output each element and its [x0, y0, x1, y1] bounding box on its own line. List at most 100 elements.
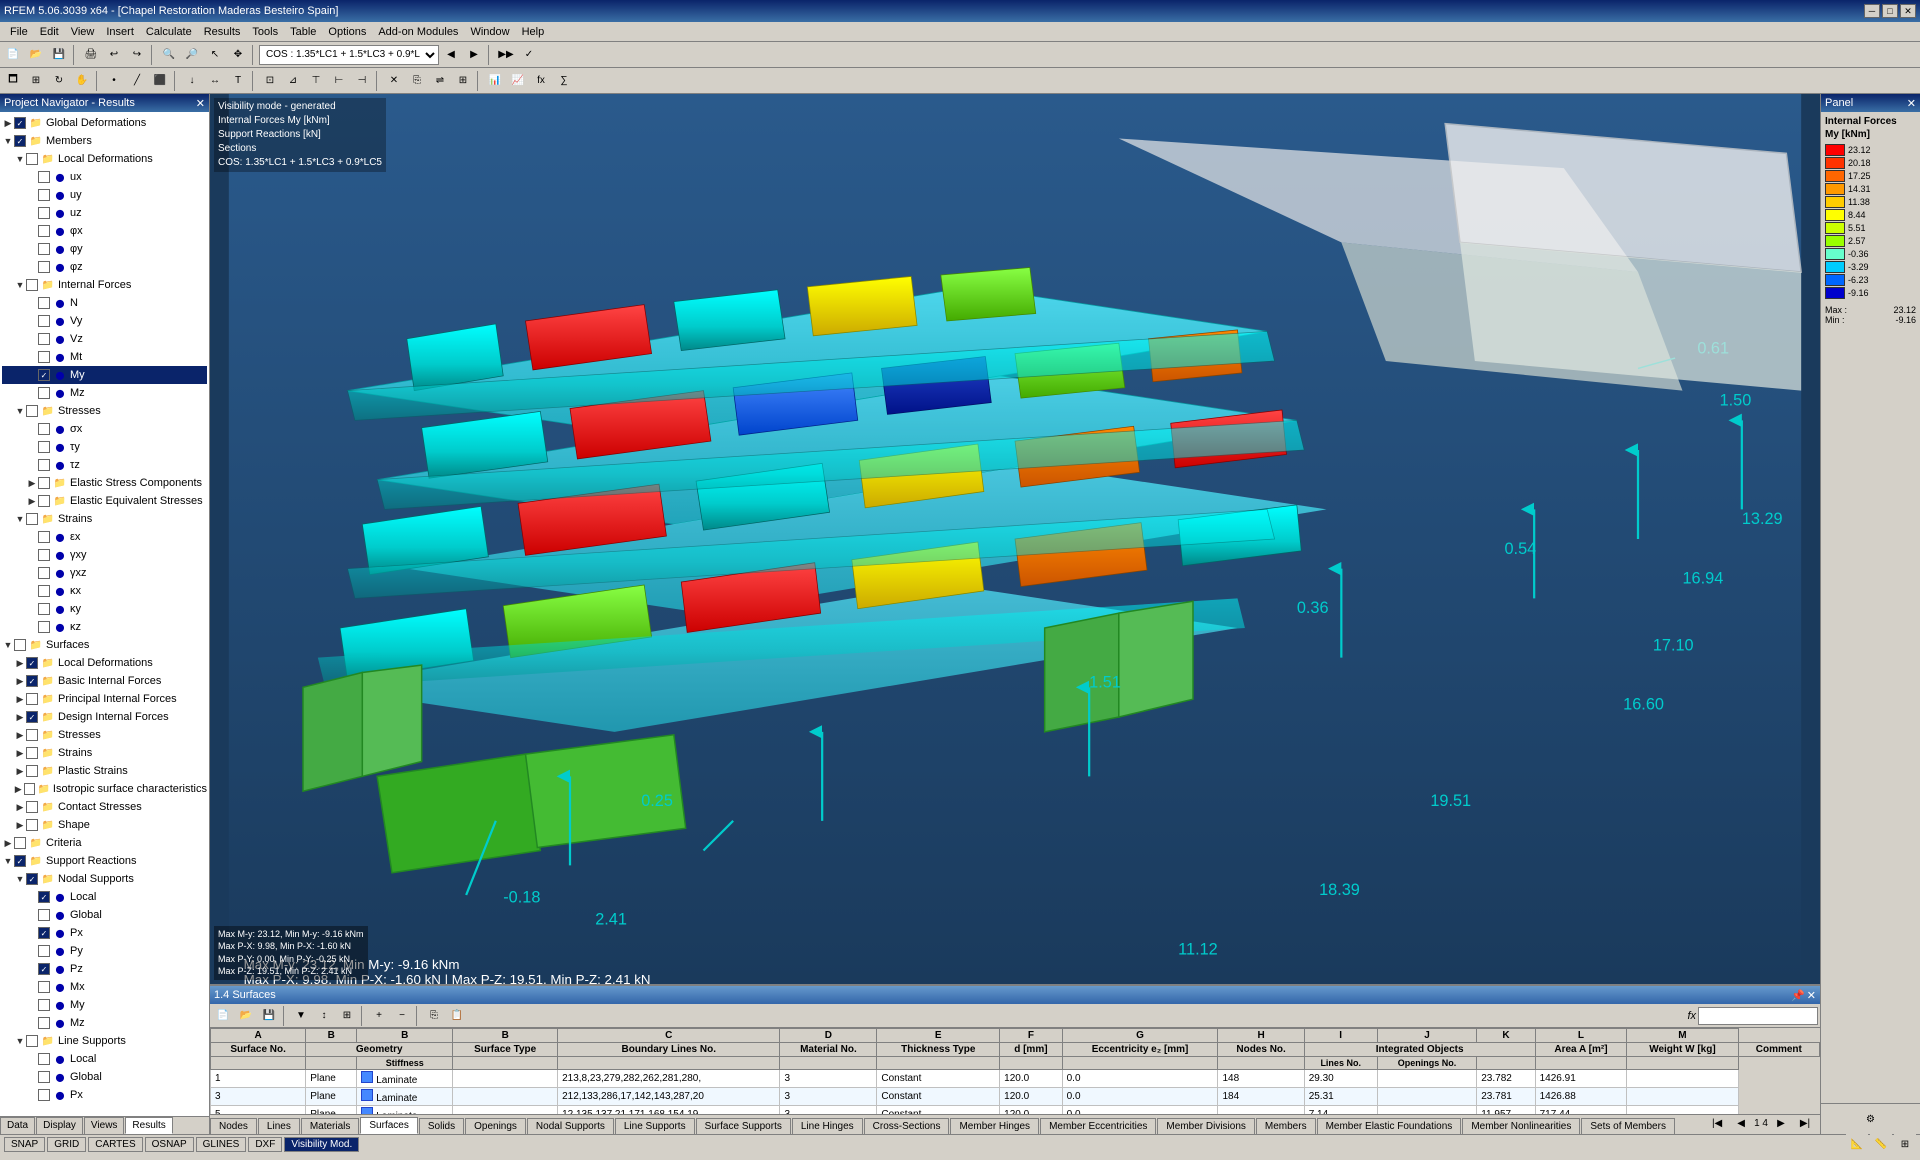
prev-case-button[interactable]: ◀ — [440, 44, 462, 66]
tree-item-Mx2[interactable]: ⬤Mx — [2, 978, 207, 996]
menu-results[interactable]: Results — [198, 24, 247, 40]
tree-check-stresses[interactable] — [26, 405, 38, 417]
tree-check-s-isotropic[interactable] — [24, 783, 35, 795]
top-button[interactable]: ⊤ — [305, 70, 327, 92]
table-close-button[interactable]: ✕ — [1807, 989, 1816, 1002]
tree-check-uz[interactable] — [38, 207, 50, 219]
status-icon3[interactable]: ⊞ — [1894, 1134, 1916, 1156]
tree-check-ux[interactable] — [38, 171, 50, 183]
tree-toggle-global-def[interactable]: ▶ — [2, 118, 14, 129]
zoom-in-button[interactable]: 🔍 — [158, 44, 180, 66]
pan-button[interactable]: ✋ — [71, 70, 93, 92]
load-case-combo[interactable]: COS : 1.35*LC1 + 1.5*LC3 + 0.9*LC5 — [259, 45, 439, 65]
tree-check-nodal-supports[interactable]: ✓ — [26, 873, 38, 885]
menu-help[interactable]: Help — [516, 24, 551, 40]
tree-check-ns-global[interactable] — [38, 909, 50, 921]
tree-check-yxy[interactable] — [38, 549, 50, 561]
tree-check-elseq[interactable] — [38, 495, 50, 507]
tree-item-phiy[interactable]: ⬤φy — [2, 240, 207, 258]
tree-check-phiy[interactable] — [38, 243, 50, 255]
tbl-new[interactable]: 📄 — [212, 1005, 234, 1027]
array-button[interactable]: ⊞ — [452, 70, 474, 92]
tree-item-yxz[interactable]: ⬤γxz — [2, 564, 207, 582]
tree-check-strains-m[interactable] — [26, 513, 38, 525]
tree-item-uy[interactable]: ⬤uy — [2, 186, 207, 204]
tree-check-ls-local[interactable] — [38, 1053, 50, 1065]
tab-first[interactable]: |◀ — [1706, 1114, 1728, 1134]
dxf-button[interactable]: DXF — [248, 1137, 282, 1152]
tree-toggle-s-strains[interactable]: ▶ — [14, 748, 26, 759]
tree-item-s-shape[interactable]: ▶📁Shape — [2, 816, 207, 834]
results4-button[interactable]: ∑ — [553, 70, 575, 92]
tbl-paste[interactable]: 📋 — [446, 1005, 468, 1027]
tree-check-kx[interactable] — [38, 585, 50, 597]
surface-button[interactable]: ⬛ — [149, 70, 171, 92]
menu-insert[interactable]: Insert — [100, 24, 140, 40]
tree-item-s-isotropic[interactable]: ▶📁Isotropic surface characteristics — [2, 780, 207, 798]
tree-check-txz[interactable] — [38, 459, 50, 471]
tree-item-global-def[interactable]: ▶✓📁Global Deformations — [2, 114, 207, 132]
tree-item-Vz[interactable]: ⬤Vz — [2, 330, 207, 348]
tree-check-s-stresses[interactable] — [26, 729, 38, 741]
tab-views[interactable]: Views — [84, 1117, 125, 1134]
tree-toggle-surfaces-sep[interactable]: ▼ — [2, 640, 14, 650]
tab-solids[interactable]: Solids — [419, 1118, 464, 1134]
status-icon1[interactable]: 📐 — [1846, 1134, 1868, 1156]
fit-button[interactable]: ⊡ — [259, 70, 281, 92]
tree-item-criteria[interactable]: ▶📁Criteria — [2, 834, 207, 852]
tab-cross-sections[interactable]: Cross-Sections — [864, 1118, 950, 1134]
next-case-button[interactable]: ▶ — [463, 44, 485, 66]
tree-item-Vy[interactable]: ⬤Vy — [2, 312, 207, 330]
tree-check-s-contact[interactable] — [26, 801, 38, 813]
side-button[interactable]: ⊣ — [351, 70, 373, 92]
tree-check-s-principal-int[interactable] — [26, 693, 38, 705]
tree-check-yxz[interactable] — [38, 567, 50, 579]
menu-options[interactable]: Options — [322, 24, 372, 40]
tree-item-kx[interactable]: ⬤κx — [2, 582, 207, 600]
tree-check-Py[interactable] — [38, 945, 50, 957]
tree-item-s-basic-int[interactable]: ▶✓📁Basic Internal Forces — [2, 672, 207, 690]
tree-item-phiz[interactable]: ⬤φz — [2, 258, 207, 276]
move-button[interactable]: ✥ — [227, 44, 249, 66]
rotate-button[interactable]: ↻ — [48, 70, 70, 92]
tree-check-s-strains[interactable] — [26, 747, 38, 759]
maximize-button[interactable]: □ — [1882, 4, 1898, 18]
tree-check-s-plastic[interactable] — [26, 765, 38, 777]
tree-check-members[interactable]: ✓ — [14, 135, 26, 147]
tree-item-s-design-int[interactable]: ▶✓📁Design Internal Forces — [2, 708, 207, 726]
tree-check-s-local-def[interactable]: ✓ — [26, 657, 38, 669]
tree-check-Vy[interactable] — [38, 315, 50, 327]
menu-edit[interactable]: Edit — [34, 24, 65, 40]
snap-button[interactable]: SNAP — [4, 1137, 45, 1152]
tree-item-nodal-supports[interactable]: ▼✓📁Nodal Supports — [2, 870, 207, 888]
tbl-group[interactable]: ⊞ — [336, 1005, 358, 1027]
copy-button[interactable]: ⎘ — [406, 70, 428, 92]
tree-item-int-forces[interactable]: ▼📁Internal Forces — [2, 276, 207, 294]
tree-item-txy[interactable]: ⬤τy — [2, 438, 207, 456]
tree-toggle-s-basic-int[interactable]: ▶ — [14, 676, 26, 687]
tree-item-s-stresses[interactable]: ▶📁Stresses — [2, 726, 207, 744]
menu-calculate[interactable]: Calculate — [140, 24, 198, 40]
visibility-button[interactable]: Visibility Mod. — [284, 1137, 359, 1152]
tree-check-ls-Px[interactable] — [38, 1089, 50, 1101]
tree-item-ux[interactable]: ⬤ux — [2, 168, 207, 186]
tree-toggle-s-contact[interactable]: ▶ — [14, 802, 26, 813]
tree-toggle-s-shape[interactable]: ▶ — [14, 820, 26, 831]
results1-button[interactable]: 📊 — [484, 70, 506, 92]
front-button[interactable]: ⊢ — [328, 70, 350, 92]
menu-table[interactable]: Table — [284, 24, 322, 40]
tab-nodes[interactable]: Nodes — [210, 1118, 257, 1134]
tbl-open[interactable]: 📂 — [235, 1005, 257, 1027]
right-panel-close[interactable]: ✕ — [1907, 97, 1916, 110]
run-button[interactable]: ▶▶ — [495, 44, 517, 66]
tree-toggle-elsc[interactable]: ▶ — [26, 478, 38, 489]
tree-check-Mz[interactable] — [38, 387, 50, 399]
tree-check-Vz[interactable] — [38, 333, 50, 345]
tree-item-local-def[interactable]: ▼📁Local Deformations — [2, 150, 207, 168]
tree-toggle-strains-m[interactable]: ▼ — [14, 514, 26, 524]
results3-button[interactable]: fx — [530, 70, 552, 92]
menu-tools[interactable]: Tools — [246, 24, 284, 40]
tree-item-elseq[interactable]: ▶📁Elastic Equivalent Stresses — [2, 492, 207, 510]
tree-check-s-shape[interactable] — [26, 819, 38, 831]
tab-member-div[interactable]: Member Divisions — [1157, 1118, 1254, 1134]
